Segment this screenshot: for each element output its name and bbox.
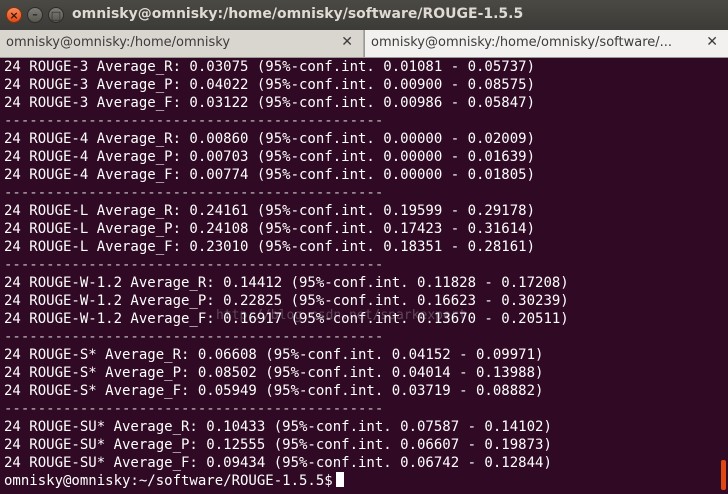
minimize-icon: – [32, 8, 38, 21]
output-line: 24 ROUGE-W-1.2 Average_R: 0.14412 (95%-c… [4, 275, 569, 291]
output-line: 24 ROUGE-S* Average_R: 0.06608 (95%-conf… [4, 347, 544, 363]
separator-line: ----------------------------------------… [4, 185, 384, 201]
tab-close-icon[interactable]: ✕ [706, 34, 718, 50]
output-line: 24 ROUGE-4 Average_R: 0.00860 (95%-conf.… [4, 131, 536, 147]
title-bar[interactable]: × – □ omnisky@omnisky:/home/omnisky/soft… [0, 0, 728, 30]
tab-close-icon[interactable]: ✕ [341, 34, 353, 50]
window-title: omnisky@omnisky:/home/omnisky/software/R… [72, 6, 524, 22]
maximize-window-button[interactable]: □ [48, 7, 64, 23]
output-line: 24 ROUGE-3 Average_R: 0.03075 (95%-conf.… [4, 59, 536, 75]
scrollbar[interactable] [720, 58, 728, 494]
separator-line: ----------------------------------------… [4, 257, 384, 273]
close-window-button[interactable]: × [6, 7, 22, 23]
scrollbar-thumb[interactable] [721, 460, 726, 490]
output-line: 24 ROUGE-4 Average_F: 0.00774 (95%-conf.… [4, 167, 536, 183]
prompt-text: omnisky@omnisky:~/software/ROUGE-1.5.5$ [4, 473, 333, 489]
output-line: 24 ROUGE-L Average_R: 0.24161 (95%-conf.… [4, 203, 536, 219]
maximize-icon: □ [50, 9, 62, 22]
separator-line: ----------------------------------------… [4, 329, 384, 345]
terminal-window: × – □ omnisky@omnisky:/home/omnisky/soft… [0, 0, 728, 494]
watermark: http://blog.csdn.net/sparkexpert [216, 308, 467, 323]
tab-rouge-active[interactable]: omnisky@omnisky:/home/omnisky/software/.… [364, 30, 728, 57]
tab-home[interactable]: omnisky@omnisky:/home/omnisky ✕ [0, 30, 364, 57]
output-line: 24 ROUGE-L Average_F: 0.23010 (95%-conf.… [4, 239, 536, 255]
output-line: 24 ROUGE-3 Average_P: 0.04022 (95%-conf.… [4, 77, 536, 93]
shell-prompt[interactable]: omnisky@omnisky:~/software/ROUGE-1.5.5$ [4, 472, 344, 490]
tab-label: omnisky@omnisky:/home/omnisky/software/.… [371, 35, 673, 50]
separator-line: ----------------------------------------… [4, 401, 384, 417]
output-line: 24 ROUGE-S* Average_F: 0.05949 (95%-conf… [4, 383, 544, 399]
separator-line: ----------------------------------------… [4, 113, 384, 129]
output-line: 24 ROUGE-SU* Average_F: 0.09434 (95%-con… [4, 455, 552, 471]
output-line: 24 ROUGE-SU* Average_R: 0.10433 (95%-con… [4, 419, 552, 435]
text-cursor [335, 472, 344, 487]
terminal-output[interactable]: 24 ROUGE-3 Average_R: 0.03075 (95%-conf.… [0, 58, 720, 494]
output-line: 24 ROUGE-L Average_P: 0.24108 (95%-conf.… [4, 221, 536, 237]
minimize-window-button[interactable]: – [27, 7, 43, 23]
tab-bar: omnisky@omnisky:/home/omnisky ✕ omnisky@… [0, 30, 728, 58]
output-line: 24 ROUGE-3 Average_F: 0.03122 (95%-conf.… [4, 95, 536, 111]
close-icon: × [9, 9, 19, 22]
output-line: 24 ROUGE-S* Average_P: 0.08502 (95%-conf… [4, 365, 544, 381]
tab-label: omnisky@omnisky:/home/omnisky [6, 35, 231, 50]
output-line: 24 ROUGE-4 Average_P: 0.00703 (95%-conf.… [4, 149, 536, 165]
output-line: 24 ROUGE-SU* Average_P: 0.12555 (95%-con… [4, 437, 552, 453]
